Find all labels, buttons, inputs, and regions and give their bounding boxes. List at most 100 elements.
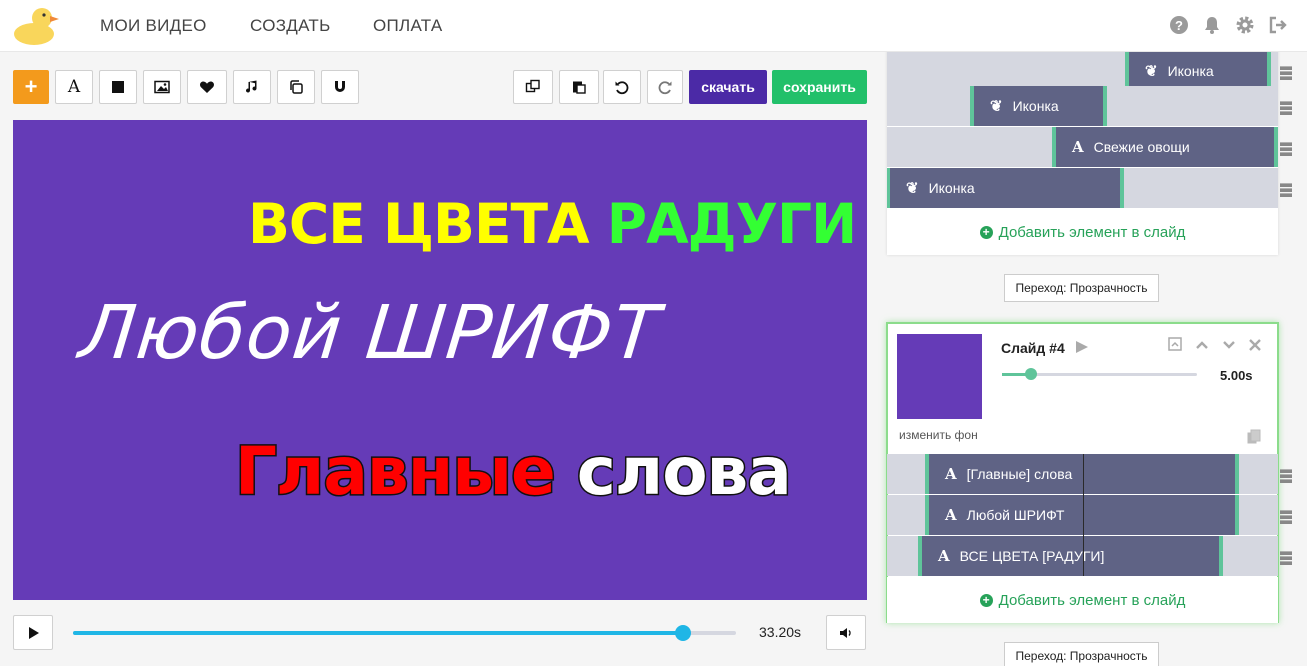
element-bar[interactable]: A Любой ШРИФТ [925, 495, 1239, 535]
element-label: Любой ШРИФТ [966, 507, 1065, 523]
drag-handle[interactable]: ▬ ▬ ▬ [1280, 60, 1292, 82]
close-icon[interactable] [1248, 338, 1262, 352]
add-element-label: Добавить элемент в слайд [998, 591, 1186, 609]
redo-icon [658, 81, 672, 95]
text-tool-button[interactable]: A [55, 70, 93, 104]
icon-tool-button[interactable] [187, 70, 227, 104]
nav-my-videos[interactable]: МОИ ВИДЕО [100, 16, 207, 36]
element-row[interactable]: ❦ Иконка [887, 168, 1278, 208]
text-icon: A [1072, 138, 1084, 156]
redo-button[interactable] [647, 70, 683, 104]
add-element-label: Добавить элемент в слайд [998, 223, 1186, 241]
canvas-text-main-red: Главные [234, 432, 558, 512]
element-label: Иконка [1167, 63, 1214, 79]
duplicate-button[interactable] [277, 70, 315, 104]
svg-text:?: ? [1175, 18, 1183, 33]
duration-slider-handle[interactable] [1025, 368, 1037, 380]
drag-handle[interactable]: ▬ ▬ ▬ [1280, 95, 1292, 117]
drag-handle[interactable]: ▬ ▬ ▬ [1280, 177, 1292, 199]
element-label: Свежие овощи [1093, 139, 1190, 155]
logout-icon[interactable] [1268, 15, 1288, 35]
timeline-progress [73, 631, 683, 635]
square-icon [112, 81, 124, 93]
timeline-track[interactable] [73, 625, 736, 641]
transition-button[interactable]: Переход: Прозрачность [1004, 642, 1159, 666]
layer-front-button[interactable] [513, 70, 553, 104]
element-bar[interactable]: A Свежие овощи [1052, 127, 1278, 167]
image-tool-button[interactable] [143, 70, 181, 104]
slide-title: Слайд #4 [1001, 340, 1065, 356]
drag-handle[interactable]: ▬ ▬ ▬ [1280, 504, 1292, 526]
element-row[interactable]: ❦ Иконка [887, 86, 1278, 126]
plus-circle-icon: + [979, 593, 993, 607]
drag-handle[interactable]: ▬ ▬ ▬ [1280, 545, 1292, 567]
drag-handle[interactable]: ▬ ▬ ▬ [1280, 463, 1292, 485]
volume-icon [840, 627, 851, 638]
element-label: Иконка [1012, 98, 1059, 114]
slide-play-icon[interactable] [1075, 339, 1089, 355]
drag-handle[interactable]: ▬ ▬ ▬ [1280, 136, 1292, 158]
move-down-icon[interactable] [1221, 338, 1237, 352]
magnet-button[interactable] [321, 70, 359, 104]
download-button[interactable]: скачать [689, 70, 767, 104]
canvas-text-main-white: слова [575, 432, 793, 512]
canvas-text-rainbow[interactable]: ВСЕ ЦВЕТА РАДУГИ [248, 192, 857, 256]
music-icon [246, 80, 257, 93]
save-button[interactable]: сохранить [772, 70, 867, 104]
undo-icon [615, 81, 629, 95]
nav-create[interactable]: СОЗДАТЬ [250, 16, 331, 36]
slide-collapse-icon[interactable] [1168, 337, 1182, 351]
add-button[interactable]: + [13, 70, 49, 104]
leaf-icon: ❦ [906, 179, 919, 197]
canvas-text-main-words[interactable]: Главные слова [234, 432, 794, 512]
music-tool-button[interactable] [233, 70, 271, 104]
shape-tool-button[interactable] [99, 70, 137, 104]
slides-sidebar[interactable]: ❦ Иконка ▬ ▬ ▬ ❦ Иконка ▬ ▬ ▬ A Свежие овощи ▬ ▬… [878, 52, 1307, 666]
volume-button[interactable] [826, 615, 866, 650]
copy-icon [290, 80, 303, 94]
gear-icon[interactable] [1235, 15, 1255, 35]
help-icon[interactable]: ? [1169, 15, 1189, 35]
text-icon: A [945, 465, 957, 483]
undo-button[interactable] [603, 70, 641, 104]
paste-icon [573, 81, 586, 94]
transition-button[interactable]: Переход: Прозрачность [1004, 274, 1159, 302]
slide-duration: 5.00s [1220, 368, 1253, 383]
canvas-text-rainbow-green: РАДУГИ [606, 192, 857, 256]
plus-circle-icon: + [979, 225, 993, 239]
time-display: 33.20s [759, 624, 802, 640]
element-label: [Главные] слова [966, 466, 1073, 482]
add-element-button[interactable]: + Добавить элемент в слайд [887, 209, 1278, 255]
text-icon: A [938, 547, 950, 565]
element-bar[interactable]: A ВСЕ ЦВЕТА [РАДУГИ] [918, 536, 1223, 576]
canvas-text-any-font[interactable]: Любой ШРИФТ [75, 290, 664, 376]
duration-slider[interactable] [1002, 368, 1197, 380]
element-bar[interactable]: ❦ Иконка [887, 168, 1124, 208]
slide-thumbnail[interactable] [897, 334, 982, 419]
top-bar: МОИ ВИДЕО СОЗДАТЬ ОПЛАТА ? [0, 0, 1307, 52]
copy-slide-icon[interactable] [1246, 429, 1262, 445]
canvas-text-rainbow-yellow: ВСЕ ЦВЕТА [248, 192, 590, 256]
playhead-line [1083, 454, 1084, 576]
leaf-icon: ❦ [990, 97, 1003, 115]
image-icon [154, 80, 170, 94]
element-bar[interactable]: A [Главные] слова [925, 454, 1239, 494]
timeline-handle[interactable] [674, 625, 691, 641]
text-icon: A [945, 506, 957, 524]
add-element-button[interactable]: + Добавить элемент в слайд [887, 577, 1278, 623]
nav-payment[interactable]: ОПЛАТА [373, 16, 443, 36]
paste-button[interactable] [559, 70, 599, 104]
play-icon [29, 626, 39, 639]
element-label: Иконка [928, 180, 975, 196]
heart-icon [200, 81, 214, 93]
bring-front-icon [525, 79, 540, 93]
bell-icon[interactable] [1202, 15, 1222, 35]
duck-logo-icon[interactable] [12, 4, 60, 46]
element-bar[interactable]: ❦ Иконка [970, 86, 1107, 126]
leaf-icon: ❦ [1145, 62, 1158, 80]
move-up-icon[interactable] [1194, 338, 1210, 352]
change-background-link[interactable]: изменить фон [899, 428, 978, 442]
play-button[interactable] [13, 615, 53, 650]
magnet-icon [335, 81, 345, 92]
element-row[interactable]: A Свежие овощи [887, 127, 1278, 167]
